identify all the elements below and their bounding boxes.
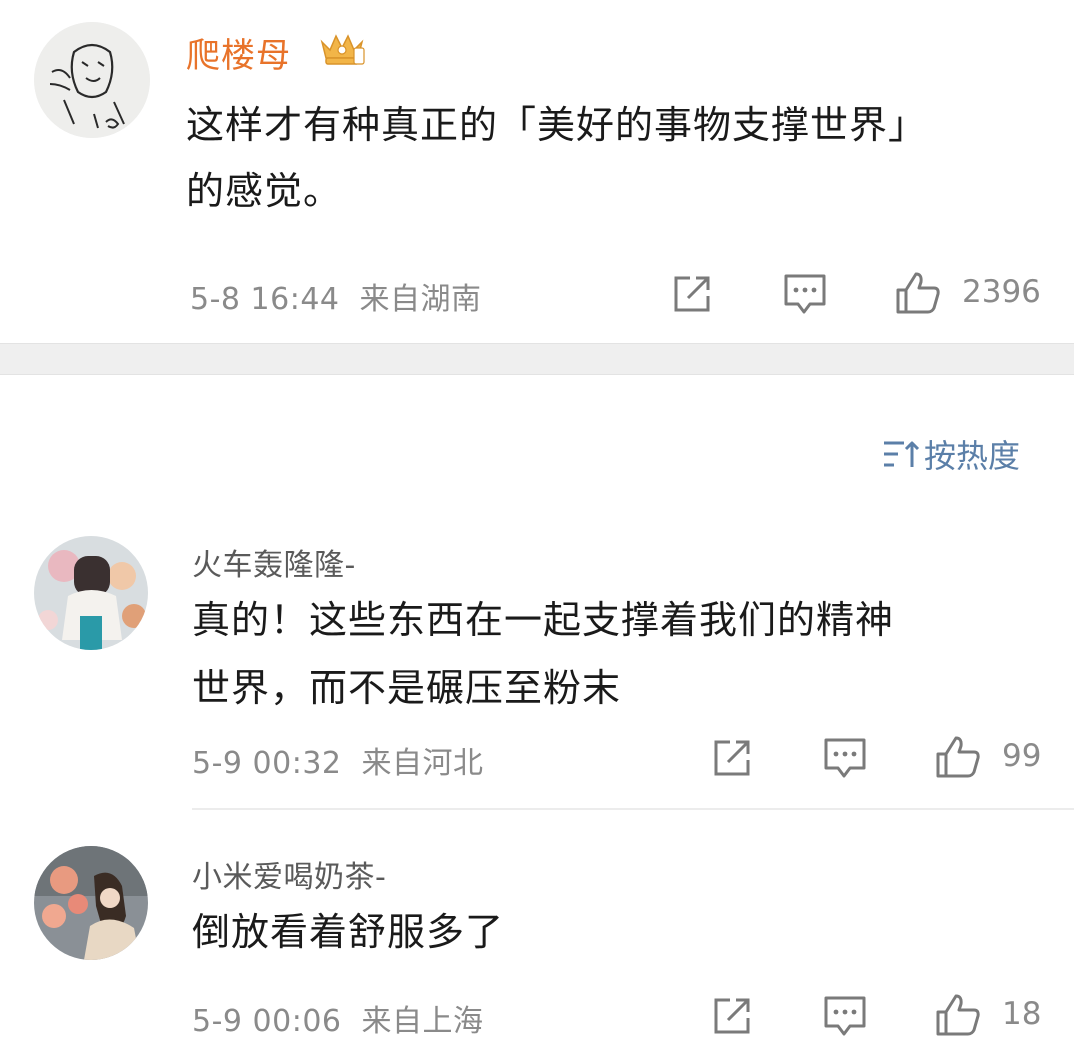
post-text-line-1: 这样才有种真正的「美好的事物支撑世界」 [186, 103, 928, 147]
comment-1-text-line-1: 真的！这些东西在一起支撑着我们的精神 [192, 598, 895, 642]
post-body: 这样才有种真正的「美好的事物支撑世界」 的感觉。 [186, 92, 1046, 224]
post-location: 来自湖南 [359, 282, 482, 317]
section-divider [0, 343, 1074, 375]
comment-1-location: 来自河北 [361, 746, 484, 781]
comment-2-location: 来自上海 [361, 1004, 484, 1039]
comment-2-avatar[interactable] [34, 846, 148, 960]
comment-2-time: 5-9 00:06 [192, 1004, 342, 1039]
comment-1-text-line-2: 世界，而不是碾压至粉末 [192, 666, 622, 710]
comment-1-like-icon[interactable] [934, 734, 982, 784]
post-username[interactable]: 爬楼母 [186, 28, 291, 77]
comment-icon[interactable] [782, 272, 828, 320]
comment-2-like-count: 18 [1002, 996, 1042, 1032]
comment-1-meta: 5-9 00:32 来自河北 [192, 738, 484, 782]
comment-1-username[interactable]: 火车轰隆隆- [192, 540, 356, 584]
post-time: 5-8 16:44 [190, 282, 340, 317]
comment-2-meta: 5-9 00:06 来自上海 [192, 996, 484, 1040]
main-post: 爬楼母 这样才有种真正的「美好的事物支撑世界」 的感觉。 5-8 16:44 来… [0, 0, 1074, 343]
comment-1-share-icon[interactable] [710, 736, 754, 784]
share-icon[interactable] [670, 272, 714, 320]
comment-2-body: 倒放看着舒服多了 [192, 898, 504, 966]
comment-1-like-count: 99 [1002, 738, 1042, 774]
post-meta: 5-8 16:44 来自湖南 [190, 274, 482, 318]
comment-2-like-icon[interactable] [934, 992, 982, 1042]
comment-2-username[interactable]: 小米爱喝奶茶- [192, 852, 386, 896]
post-author-avatar[interactable] [34, 22, 150, 138]
sort-icon [884, 441, 920, 467]
comment-2-share-icon[interactable] [710, 994, 754, 1042]
like-icon[interactable] [894, 270, 942, 320]
comment-1-time: 5-9 00:32 [192, 746, 342, 781]
comment-separator [192, 808, 1074, 810]
comment-2-text-line-1: 倒放看着舒服多了 [192, 910, 505, 954]
comment-1-avatar[interactable] [34, 536, 148, 650]
comment-1-body: 真的！这些东西在一起支撑着我们的精神 世界，而不是碾压至粉末 [192, 586, 894, 722]
sort-by-hot-button[interactable]: 按热度 [880, 432, 1020, 476]
comment-1-reply-icon[interactable] [822, 736, 868, 784]
crown-badge-icon [318, 28, 366, 68]
post-like-count: 2396 [962, 274, 1041, 310]
comment-2-reply-icon[interactable] [822, 994, 868, 1042]
sort-label: 按热度 [924, 437, 1021, 475]
post-text-line-2: 的感觉。 [186, 169, 343, 213]
